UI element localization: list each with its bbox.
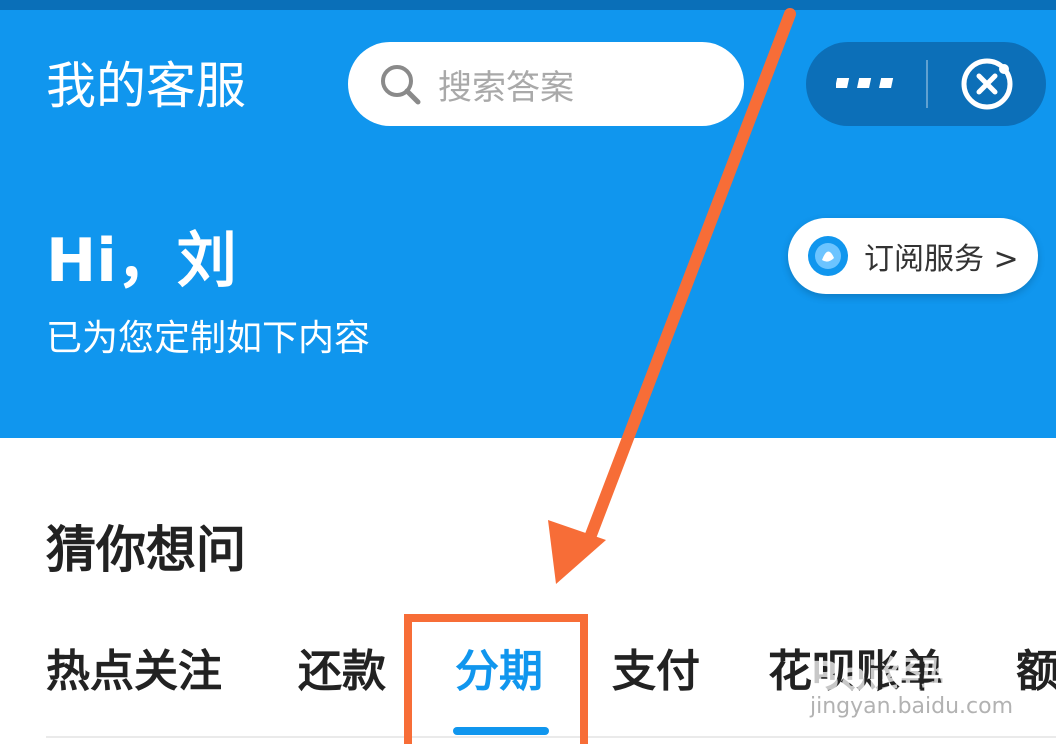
subscribe-service-button[interactable]: 订阅服务 >	[788, 218, 1038, 294]
close-circle-icon	[961, 58, 1013, 110]
tab-payment[interactable]: 支付	[612, 636, 700, 708]
more-button[interactable]	[806, 42, 926, 126]
section-title: 猜你想问	[46, 521, 246, 579]
tab-limit[interactable]: 额	[1016, 636, 1056, 708]
status-strip	[0, 0, 1056, 10]
close-button[interactable]	[928, 42, 1046, 126]
tab-repayment[interactable]: 还款	[298, 636, 386, 708]
mini-program-capsule	[806, 42, 1046, 126]
search-placeholder: 搜索答案	[438, 67, 574, 108]
annotation-highlight-box	[404, 614, 588, 744]
greeting-text: Hi，刘	[46, 226, 237, 296]
subscribe-badge-icon	[808, 236, 848, 276]
tab-hot-topics[interactable]: 热点关注	[46, 636, 222, 708]
tab-huabei-bill[interactable]: 花呗账单	[768, 636, 944, 708]
more-dots-icon	[836, 78, 894, 88]
subscribe-label: 订阅服务 >	[864, 242, 1019, 277]
greeting-subtitle: 已为您定制如下内容	[46, 318, 371, 359]
page-title: 我的客服	[46, 57, 246, 115]
search-bar[interactable]: 搜索答案	[348, 42, 744, 126]
search-icon	[381, 65, 421, 105]
